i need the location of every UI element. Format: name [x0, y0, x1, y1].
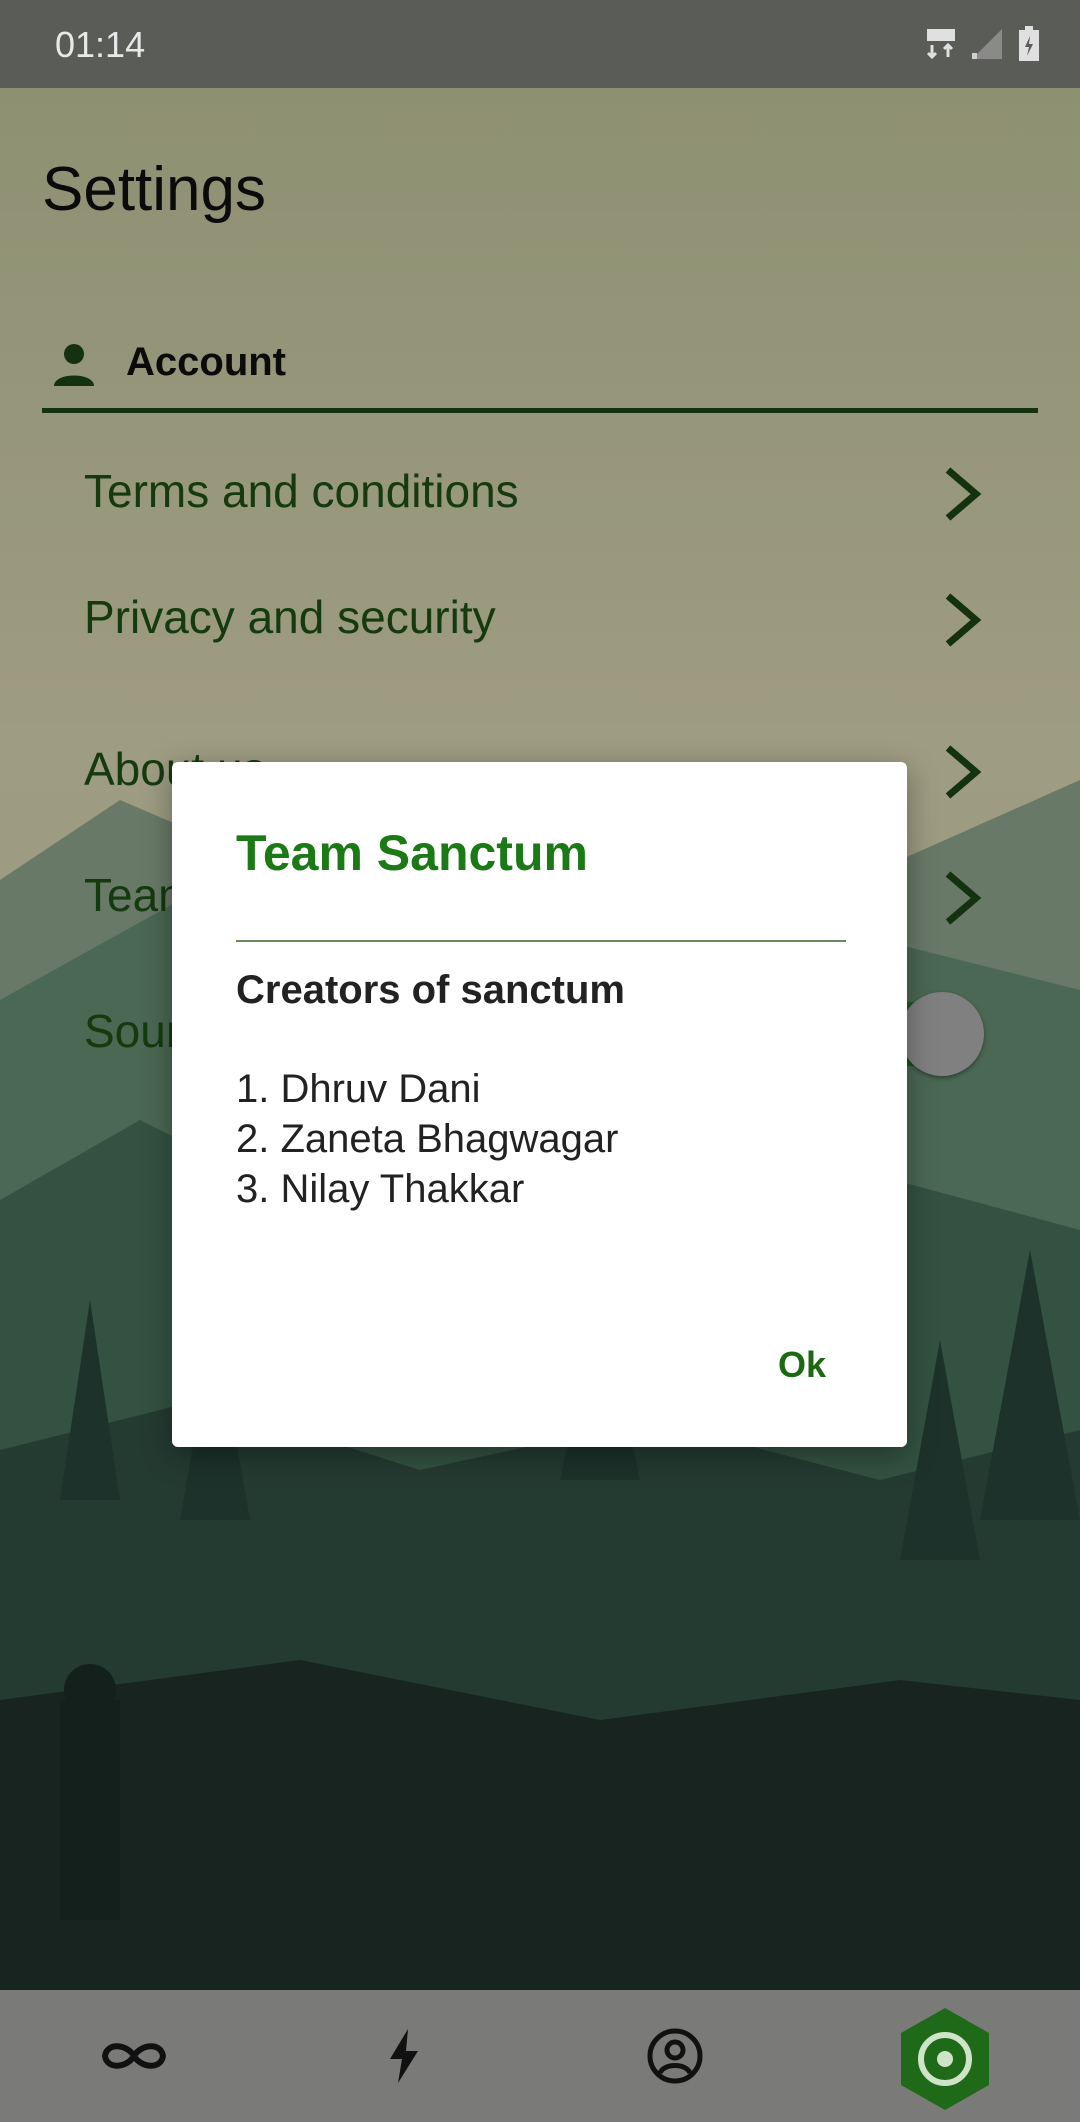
bottom-navigation: [0, 1990, 1080, 2122]
status-icons: [926, 26, 1040, 67]
status-bar: 01:14: [0, 0, 1080, 88]
profile-icon: [646, 2027, 704, 2090]
lightning-icon: [388, 2028, 420, 2088]
signal-icon: [970, 27, 1004, 66]
dialog-title: Team Sanctum: [236, 825, 588, 881]
dialog-divider: [236, 940, 846, 942]
lte-icon: [926, 27, 956, 66]
nav-settings[interactable]: [892, 2006, 998, 2112]
team-dialog: Team Sanctum Creators of sanctum 1. Dhru…: [172, 762, 907, 1447]
status-time: 01:14: [55, 24, 146, 65]
settings-target-icon: [892, 2008, 998, 2116]
nav-lightning[interactable]: [364, 2018, 444, 2098]
team-member-list: 1. Dhruv Dani 2. Zaneta Bhagwagar 3. Nil…: [236, 1064, 618, 1214]
ok-button[interactable]: Ok: [768, 1340, 836, 1390]
nav-profile[interactable]: [635, 2018, 715, 2098]
team-member: 1. Dhruv Dani: [236, 1067, 481, 1111]
team-member: 2. Zaneta Bhagwagar: [236, 1117, 619, 1161]
nav-infinity[interactable]: [94, 2018, 174, 2098]
team-member: 3. Nilay Thakkar: [236, 1167, 525, 1211]
infinity-icon: [99, 2036, 169, 2081]
dialog-subtitle: Creators of sanctum: [236, 968, 625, 1012]
battery-icon: [1018, 26, 1040, 67]
